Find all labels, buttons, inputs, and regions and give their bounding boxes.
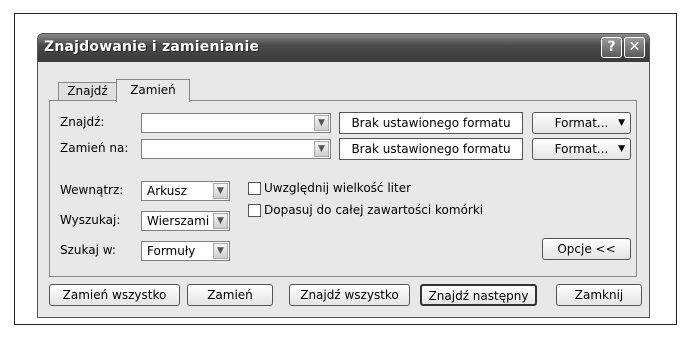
close-icon[interactable]: ✕ [624,37,645,58]
chevron-down-icon[interactable]: ▼ [213,213,228,229]
find-format-preview: Brak ustawionego formatu [339,112,523,134]
tab-panel: Znajdź: ▼ Brak ustawionego formatu Forma… [49,100,637,277]
dropdown-arrow-icon: ▼ [618,118,625,128]
within-label: Wewnątrz: [60,183,124,197]
close-button-label: Zamknij [574,288,624,302]
chevron-down-icon[interactable]: ▼ [213,183,228,199]
find-input[interactable]: ▼ [141,113,331,133]
replace-all-button[interactable]: Zamień wszystko [49,284,180,306]
within-select[interactable]: Arkusz ▼ [141,181,230,201]
find-format-button-label: Format... [554,116,609,130]
find-replace-dialog: Znajdowanie i zamienianie ? ✕ Znajdź Zam… [37,33,650,318]
tab-find[interactable]: Znajdź [58,82,117,101]
replace-all-label: Zamień wszystko [62,288,167,302]
close-button[interactable]: Zamknij [556,284,642,306]
search-value: Wierszami [147,214,210,228]
search-label: Wyszukaj: [60,213,121,227]
dialog-title: Znajdowanie i zamienianie [44,39,260,55]
look-in-value: Formuły [147,244,196,258]
find-format-preview-text: Brak ustawionego formatu [351,116,511,130]
replace-format-button-label: Format... [554,142,609,156]
tab-replace-label: Zamień [130,83,176,97]
chevron-down-icon[interactable]: ▼ [213,243,228,259]
replace-button-label: Zamień [207,288,253,302]
chevron-down-icon[interactable]: ▼ [314,115,329,131]
match-case-label: Uwzględnij wielkość liter [264,181,412,195]
match-case-checkbox[interactable] [248,182,261,195]
find-next-label: Znajdź następny [428,289,529,303]
replace-button[interactable]: Zamień [187,284,273,306]
replace-input[interactable]: ▼ [141,139,331,159]
find-label: Znajdź: [60,115,105,129]
help-icon[interactable]: ? [601,37,622,58]
replace-label: Zamień na: [60,141,129,155]
title-bar: Znajdowanie i zamienianie ? ✕ [38,34,649,62]
find-format-button[interactable]: Format... ▼ [532,112,631,134]
find-all-label: Znajdź wszystko [300,288,399,302]
search-select[interactable]: Wierszami ▼ [141,211,230,231]
within-value: Arkusz [147,184,187,198]
entire-cell-label: Dopasuj do całej zawartości komórki [264,203,484,217]
replace-format-preview-text: Brak ustawionego formatu [351,142,511,156]
replace-format-preview: Brak ustawionego formatu [339,138,523,160]
look-in-label: Szukaj w: [60,243,116,257]
replace-format-button[interactable]: Format... ▼ [532,138,631,160]
dropdown-arrow-icon: ▼ [618,144,625,154]
tab-find-label: Znajdź [67,84,108,98]
entire-cell-checkbox[interactable] [248,204,261,217]
find-next-button[interactable]: Znajdź następny [420,284,537,306]
find-all-button[interactable]: Znajdź wszystko [289,284,410,306]
chevron-down-icon[interactable]: ▼ [314,141,329,157]
options-button[interactable]: Opcje << [542,238,631,260]
look-in-select[interactable]: Formuły ▼ [141,241,230,261]
tab-replace[interactable]: Zamień [116,79,190,102]
options-button-label: Opcje << [557,242,616,256]
